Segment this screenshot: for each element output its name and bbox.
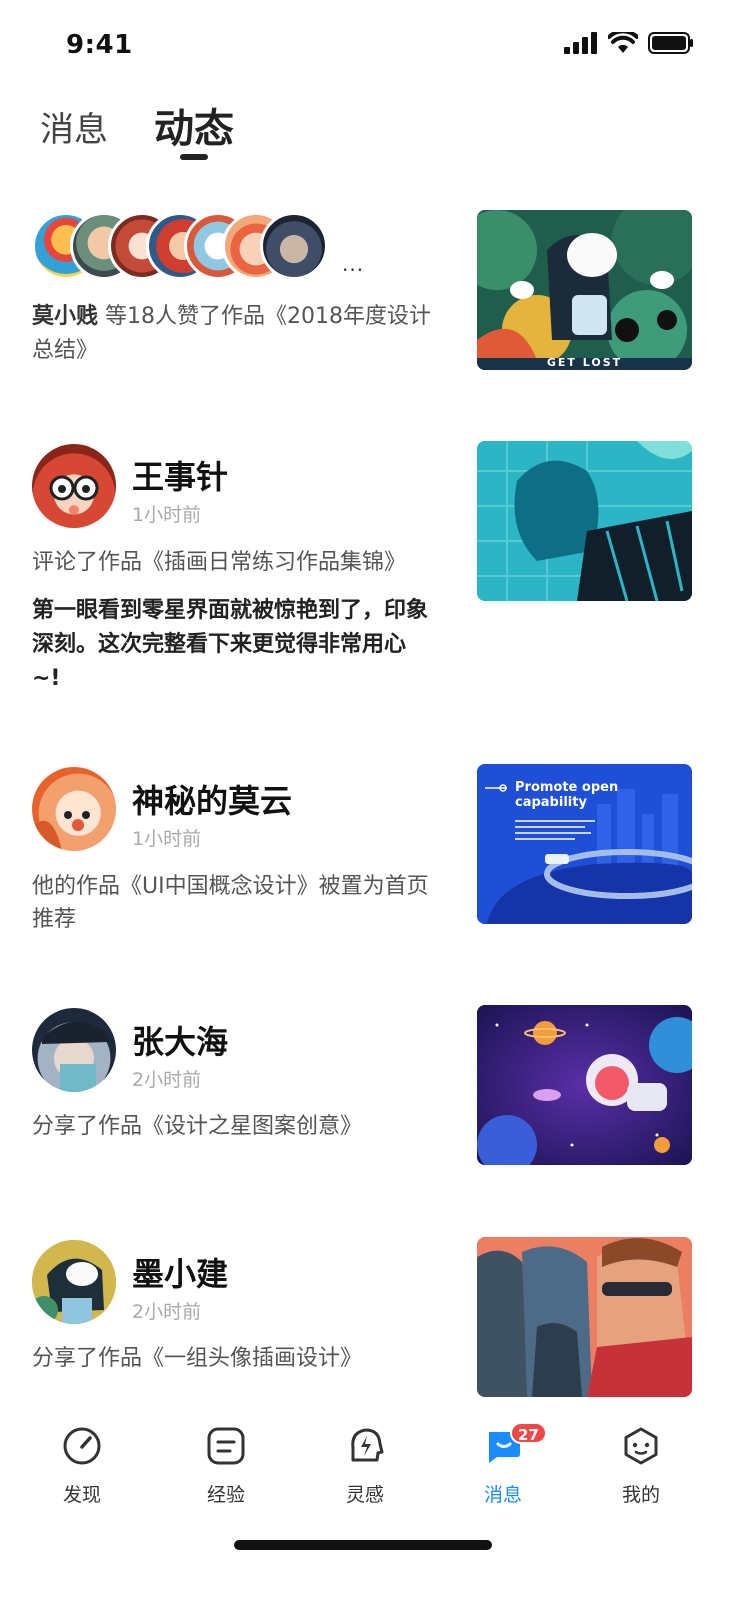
tabbar-label: 消息 — [483, 1484, 522, 1506]
user-name[interactable]: 王事针 — [132, 452, 228, 498]
tabbar-item-inspiration[interactable]: 灵感 — [310, 1426, 420, 1507]
movie-poster-illustration — [477, 1237, 692, 1397]
user-name[interactable]: 神秘的莫云 — [132, 776, 292, 822]
avatar[interactable] — [32, 444, 116, 528]
status-time: 9:41 — [66, 30, 133, 60]
tabbar-label: 经验 — [206, 1484, 245, 1506]
status-icons — [564, 32, 694, 54]
battery-icon — [648, 32, 693, 54]
fox-boy-avatar — [32, 811, 90, 851]
forest-illustration — [477, 210, 692, 370]
status-bar: 9:41 — [0, 0, 750, 88]
compass-icon — [63, 1427, 101, 1465]
unread-badge: 27 — [510, 1422, 547, 1444]
user-name[interactable]: 墨小建 — [132, 1249, 228, 1295]
avatar[interactable] — [32, 1240, 116, 1324]
avatar[interactable] — [32, 1008, 116, 1092]
like-description: 莫小贱 等18人赞了作品《2018年度设计总结》 — [32, 300, 432, 368]
signal-icon — [564, 32, 597, 54]
tab-activity[interactable]: 动态 — [154, 96, 234, 154]
artwork-thumbnail[interactable]: Promote open capability — [477, 764, 692, 924]
tabbar-label: 灵感 — [345, 1484, 384, 1506]
face-icon — [624, 1427, 658, 1465]
tabbar-label: 我的 — [621, 1484, 660, 1506]
more-likers-ellipsis[interactable]: ··· — [342, 258, 364, 282]
girl-in-rain-illustration — [477, 441, 692, 601]
thumbnail-caption: GET LOST — [546, 356, 623, 369]
tabbar-item-experience[interactable]: 经验 — [171, 1426, 281, 1507]
man-with-cap-avatar — [42, 1021, 110, 1092]
wifi-icon — [608, 32, 638, 53]
timestamp: 2小时前 — [132, 1301, 202, 1323]
tabbar-label: 发现 — [62, 1484, 101, 1506]
artwork-thumbnail[interactable]: GET LOST — [477, 210, 692, 370]
home-indicator[interactable] — [234, 1540, 492, 1550]
artwork-thumbnail[interactable] — [477, 1237, 692, 1397]
timestamp: 2小时前 — [132, 1069, 202, 1091]
artwork-thumbnail[interactable] — [477, 441, 692, 601]
lightning-head-icon — [351, 1428, 384, 1462]
avatar — [260, 212, 328, 280]
liker-name[interactable]: 莫小贱 — [32, 304, 98, 329]
bottom-tab-bar: 发现 经验 灵感 27 消息 我的 — [0, 1410, 750, 1540]
activity-description: 他的作品《UI中国概念设计》被置为首页推荐 — [32, 874, 429, 932]
document-icon — [207, 1427, 245, 1465]
creature-avatar — [32, 1240, 116, 1324]
artwork-thumbnail[interactable] — [477, 1005, 692, 1165]
comment-text: 第一眼看到零星界面就被惊艳到了，印象深刻。这次完整看下来更觉得非常用心~! — [32, 598, 429, 691]
tabbar-item-discover[interactable]: 发现 — [27, 1426, 137, 1507]
avatar[interactable] — [32, 767, 116, 851]
activity-description: 评论了作品《插画日常练习作品集锦》 — [32, 550, 407, 575]
activity-description: 分享了作品《一组头像插画设计》 — [32, 1346, 363, 1371]
tab-messages[interactable]: 消息 — [40, 102, 108, 151]
tabbar-item-messages[interactable]: 27 消息 — [448, 1422, 558, 1507]
timestamp: 1小时前 — [132, 504, 202, 526]
timestamp: 1小时前 — [132, 828, 202, 850]
girl-with-glasses-avatar — [49, 475, 99, 515]
active-tab-indicator — [180, 154, 208, 160]
segment-tabs: 消息 动态 — [0, 96, 750, 166]
activity-description: 分享了作品《设计之星图案创意》 — [32, 1114, 363, 1139]
space-cat-illustration — [477, 1005, 692, 1165]
thumbnail-title: Promote open capability — [515, 780, 619, 810]
user-name[interactable]: 张大海 — [132, 1017, 228, 1063]
tabbar-item-mine[interactable]: 我的 — [586, 1426, 696, 1507]
